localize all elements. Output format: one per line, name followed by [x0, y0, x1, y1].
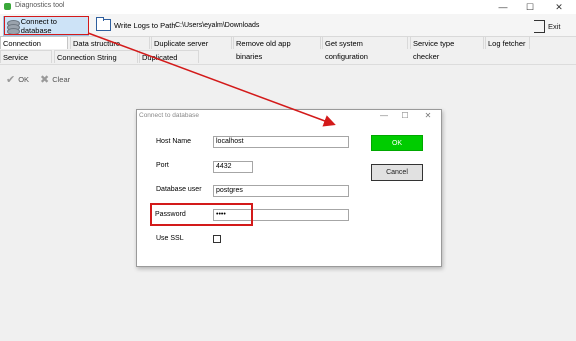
annotation-arrow [87, 32, 336, 127]
